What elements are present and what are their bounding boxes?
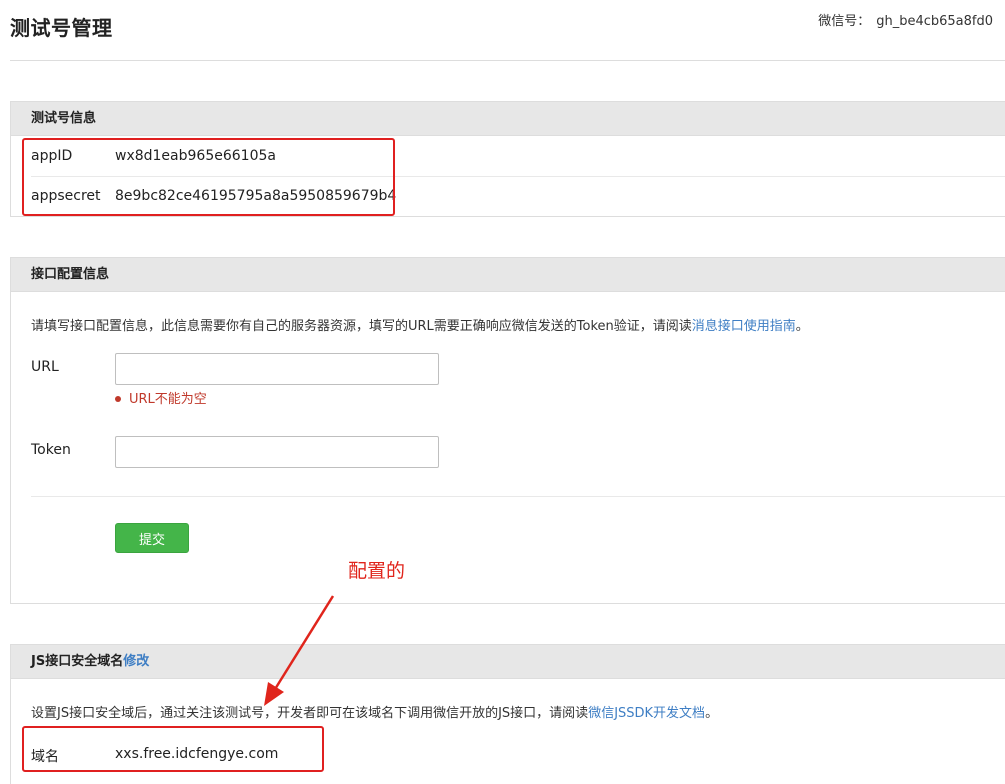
- annotation-arrow-icon: [264, 595, 335, 706]
